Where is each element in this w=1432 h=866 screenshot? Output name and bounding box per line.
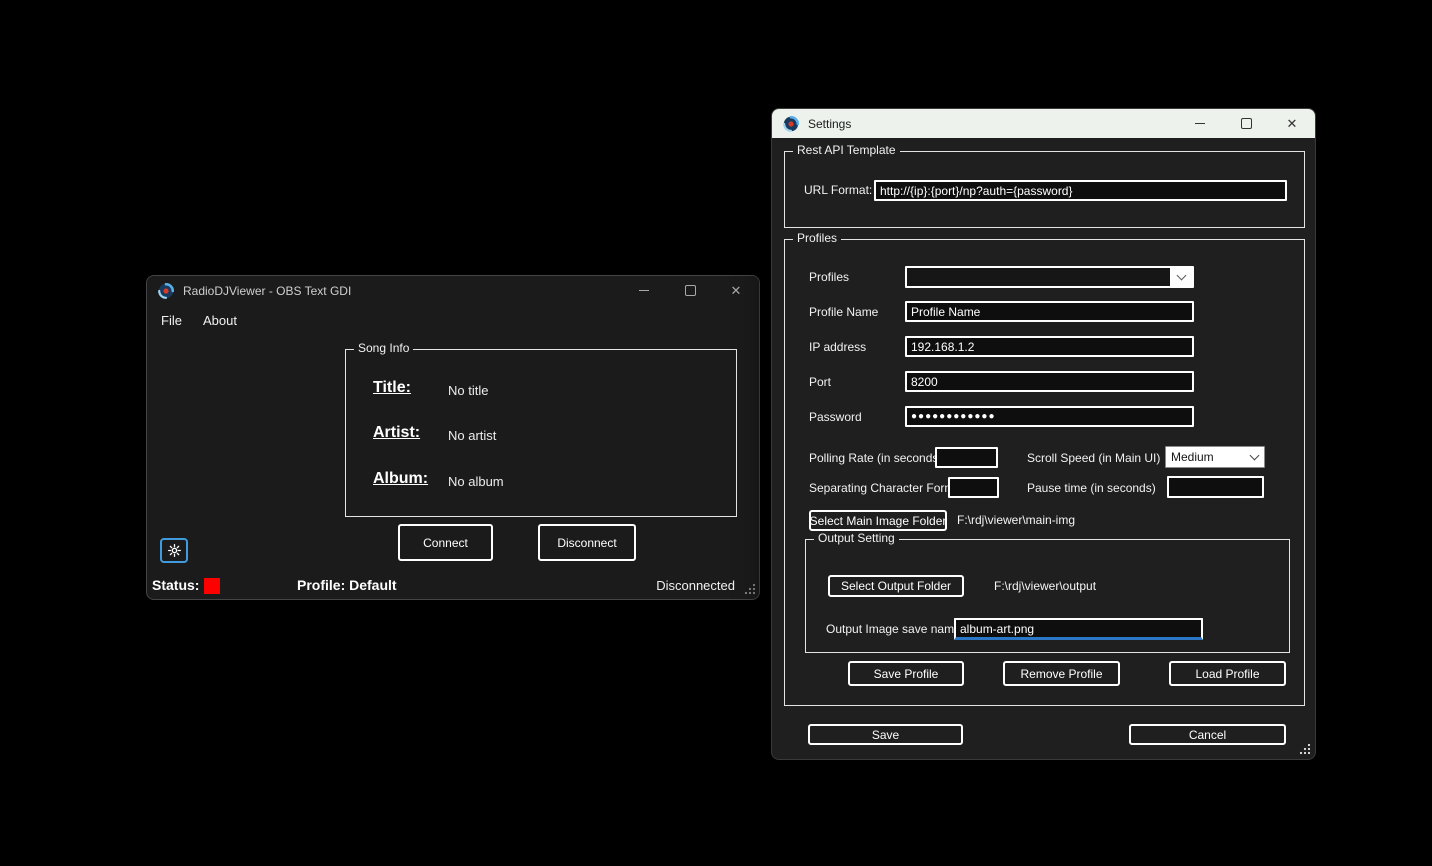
rest-api-group-label: Rest API Template (793, 143, 900, 158)
settings-window: Settings ✕ Rest API Template URL Format:… (771, 108, 1316, 760)
close-icon: ✕ (1287, 117, 1298, 130)
disconnect-button[interactable]: Disconnect (538, 524, 636, 561)
album-value: No album (448, 474, 504, 489)
connection-status: Disconnected (656, 578, 735, 593)
app-icon (158, 283, 174, 299)
maximize-button[interactable] (1223, 109, 1269, 138)
close-icon: ✕ (731, 284, 742, 297)
minimize-button[interactable] (1177, 109, 1223, 138)
close-button[interactable]: ✕ (713, 276, 759, 305)
remove-profile-button[interactable]: Remove Profile (1003, 661, 1120, 686)
minimize-icon (639, 290, 649, 291)
radiodjviewer-window: RadioDJViewer - OBS Text GDI ✕ File Abou… (146, 275, 760, 600)
load-profile-button[interactable]: Load Profile (1169, 661, 1286, 686)
album-label: Album: (373, 470, 428, 488)
output-folder-path: F:\rdj\viewer\output (994, 576, 1096, 597)
profiles-dropdown-value (907, 268, 1170, 286)
pause-time-label: Pause time (in seconds) (1027, 478, 1156, 498)
close-button[interactable]: ✕ (1269, 109, 1315, 138)
app-icon (783, 116, 799, 132)
status-indicator (204, 578, 220, 594)
output-setting-group-label: Output Setting (814, 531, 899, 546)
menu-about[interactable]: About (193, 311, 248, 331)
profiles-label: Profiles (809, 267, 849, 287)
output-setting-group: Output Setting Select Output Folder F:\r… (805, 539, 1290, 653)
status-bar: Status: Profile: Default Disconnected (147, 575, 759, 599)
title-value: No title (448, 383, 488, 398)
profiles-group-label: Profiles (793, 231, 841, 246)
save-profile-button[interactable]: Save Profile (848, 661, 964, 686)
resize-grip[interactable] (744, 583, 756, 595)
port-label: Port (809, 372, 831, 392)
scroll-speed-dropdown[interactable]: Medium (1165, 446, 1265, 468)
url-format-label: URL Format: (804, 180, 872, 200)
menu-bar: File About (147, 305, 759, 333)
settings-titlebar[interactable]: Settings ✕ (772, 109, 1315, 138)
output-image-name-label: Output Image save name (826, 619, 961, 639)
viewer-titlebar[interactable]: RadioDJViewer - OBS Text GDI ✕ (147, 276, 759, 305)
port-input[interactable] (905, 371, 1194, 392)
profile-name-input[interactable] (905, 301, 1194, 322)
maximize-icon (685, 285, 696, 296)
polling-rate-label: Polling Rate (in seconds) (809, 448, 942, 468)
scroll-speed-label: Scroll Speed (in Main UI) (1027, 448, 1160, 468)
minimize-button[interactable] (621, 276, 667, 305)
separating-format-label: Separating Character Format (809, 478, 964, 498)
polling-rate-input[interactable] (935, 447, 998, 468)
main-image-folder-path: F:\rdj\viewer\main-img (957, 510, 1075, 531)
song-info-group: Song Info Title: No title Artist: No art… (345, 349, 737, 517)
menu-file[interactable]: File (155, 311, 193, 331)
url-format-input[interactable] (874, 180, 1287, 201)
maximize-button[interactable] (667, 276, 713, 305)
profile-label: Profile: Default (297, 577, 397, 593)
separating-format-input[interactable] (948, 477, 999, 498)
save-button[interactable]: Save (808, 724, 963, 745)
password-label: Password (809, 407, 862, 427)
chevron-down-icon (1244, 455, 1264, 459)
ip-address-input[interactable] (905, 336, 1194, 357)
password-input[interactable] (905, 406, 1194, 427)
maximize-icon (1241, 118, 1252, 129)
profiles-dropdown[interactable] (905, 266, 1194, 288)
settings-button[interactable] (160, 538, 188, 563)
gear-icon (167, 543, 182, 558)
scroll-speed-value: Medium (1166, 450, 1244, 464)
artist-value: No artist (448, 428, 496, 443)
artist-label: Artist: (373, 424, 420, 442)
status-label: Status: (152, 577, 199, 593)
chevron-down-icon (1170, 268, 1192, 286)
select-main-image-folder-button[interactable]: Select Main Image Folder (809, 510, 947, 531)
profile-name-label: Profile Name (809, 302, 878, 322)
ip-address-label: IP address (809, 337, 866, 357)
viewer-window-title: RadioDJViewer - OBS Text GDI (183, 284, 621, 298)
minimize-icon (1195, 123, 1205, 124)
resize-grip[interactable] (1299, 743, 1311, 755)
pause-time-input[interactable] (1167, 476, 1264, 498)
select-output-folder-button[interactable]: Select Output Folder (828, 575, 964, 597)
output-image-name-input[interactable] (954, 618, 1203, 640)
cancel-button[interactable]: Cancel (1129, 724, 1286, 745)
song-info-group-label: Song Info (354, 341, 413, 356)
profiles-group: Profiles Profiles Profile Name IP addres… (784, 239, 1305, 706)
settings-window-title: Settings (808, 117, 1177, 131)
connect-button[interactable]: Connect (398, 524, 493, 561)
rest-api-group: Rest API Template URL Format: (784, 151, 1305, 228)
title-label: Title: (373, 379, 411, 397)
